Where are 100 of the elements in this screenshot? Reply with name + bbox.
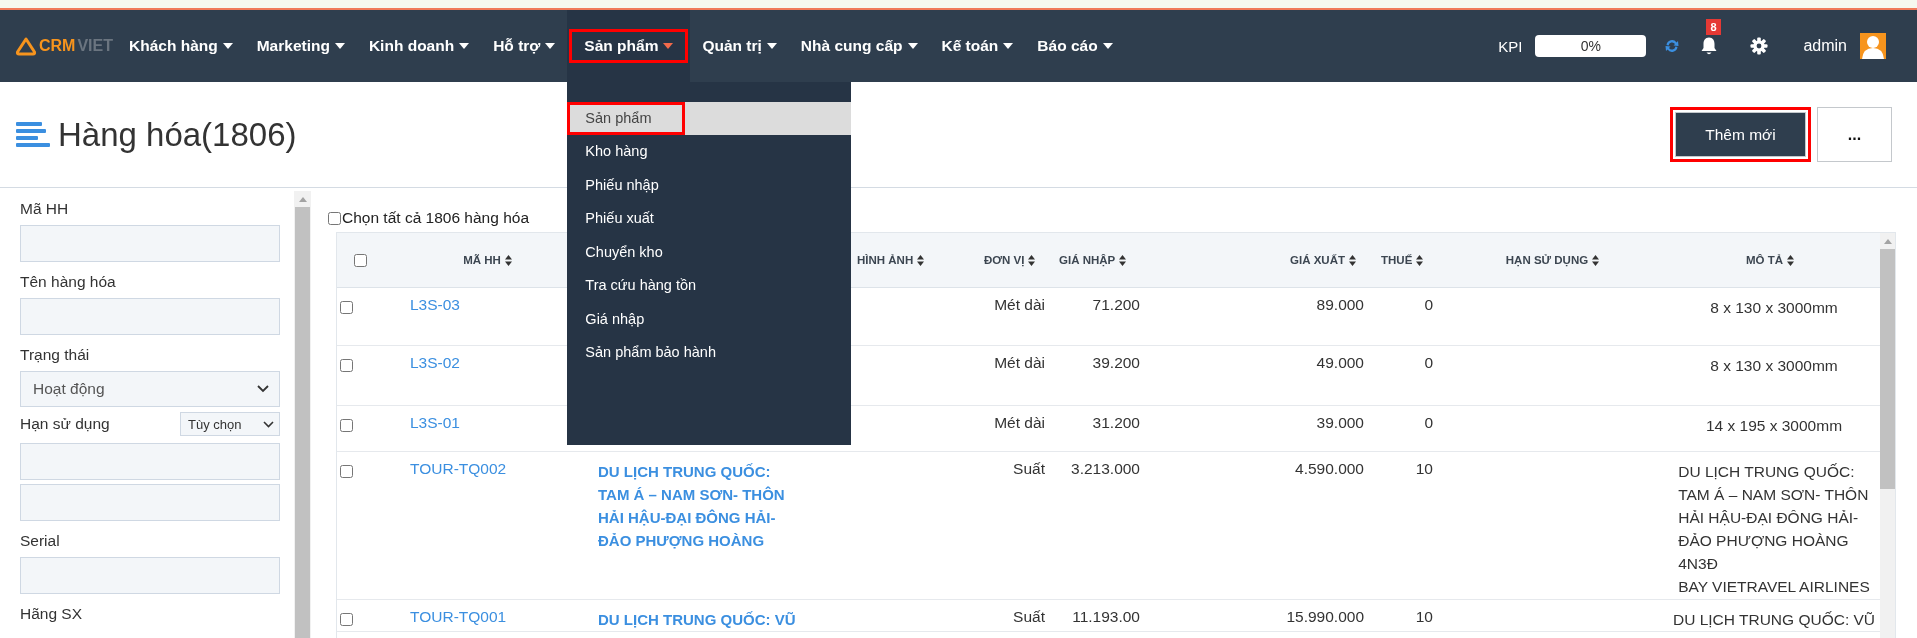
nav-menu-item[interactable]: Kế toán [929,28,1026,64]
dropdown-item[interactable]: Phiếu xuất [567,202,852,236]
select-all-label: Chọn tất cả 1806 hàng hóa [342,209,529,227]
table-cell: 39.200 [1092,354,1140,372]
list-icon [16,121,50,148]
checkbox[interactable] [340,465,353,478]
sort-icon [1416,254,1424,266]
checkbox[interactable] [340,359,353,372]
checkbox[interactable] [340,419,353,432]
nav-menu-item[interactable]: Khách hàng [117,28,245,64]
table-cell-text: 8 x 130 x 3000mm [1710,356,1838,376]
brand-text: CRM [39,37,76,55]
nav-menu-item[interactable]: Hỗ trợ [481,28,568,64]
caret-icon [1003,43,1014,49]
kpi-reading: 0% [1580,38,1602,54]
table-cell-text: 8 x 130 x 3000mm [1710,298,1838,318]
caret-icon [1102,43,1113,49]
nav-menu-item[interactable]: Báo cáo [1025,28,1125,64]
scroll-bar[interactable] [294,191,311,638]
sort-icon [504,254,512,266]
table-cell: 4.590.000 [1295,460,1364,478]
input-field[interactable] [20,557,280,594]
nav-menu-item[interactable]: Nhà cung cấp [788,28,930,64]
caret-icon [766,43,777,49]
table-cell: Mét dài [994,354,1045,372]
table-cell: Suất [1013,460,1045,478]
dropdown-item[interactable]: Phiếu nhập [567,168,852,202]
dropdown-item[interactable]: Sản phẩm [567,102,852,135]
kpi-label: KPI [1498,37,1523,55]
column-header[interactable]: HẠN SỬ DỤNG [1445,233,1660,288]
caret-icon [907,43,918,49]
brand-text: VIET [77,37,113,55]
filter-label: Serial [20,532,61,550]
add-new-button[interactable]: Thêm mới [1670,107,1811,162]
input-field[interactable] [20,225,280,262]
nav-menu-item[interactable]: Marketing [244,28,357,64]
caret-icon [459,43,470,49]
checkbox[interactable] [328,211,341,225]
filter-label: Mã HH [20,200,70,218]
column-header[interactable]: GIÁ XUẤT [1180,233,1370,288]
caret-icon [334,43,345,49]
avatar-icon[interactable] [1860,33,1886,59]
table-cell-text: DU LỊCH TRUNG QUỐC: VŨ [1672,610,1876,630]
scroll-bar[interactable] [1880,233,1895,638]
sort-icon [1028,254,1036,266]
checkbox[interactable] [354,253,367,267]
bell-icon[interactable] [1700,36,1719,56]
table-cell: 10 [1415,460,1433,478]
column-header[interactable]: MÔ TẢ [1660,233,1880,288]
more-button[interactable]: ... [1817,107,1892,162]
dropdown-item[interactable]: Giá nhập [567,302,852,336]
chevron-icon [263,420,274,428]
table-cell: 0 [1424,296,1433,314]
page-title: Hàng hóa(1806) [58,115,297,154]
table-cell-text: 14 x 195 x 3000mm [1705,416,1843,436]
column-header[interactable]: ĐƠN VỊ [975,233,1055,288]
table-cell: 3.213.000 [1071,460,1140,478]
table-cell: 10 [1415,608,1433,626]
table-cell: 71.200 [1092,296,1140,314]
table-cell: 31.200 [1092,414,1140,432]
sort-icon [917,254,925,266]
table-cell: 89.000 [1316,296,1364,314]
table-cell: 0 [1424,414,1433,432]
refresh-icon[interactable] [1664,38,1681,54]
table-cell: 0 [1424,354,1433,372]
sort-icon [1119,254,1127,266]
nav-menu-item[interactable]: Quản trị [690,28,789,64]
table-cell-text: DU LỊCH TRUNG QUỐC: TAM Á – NAM SƠN- THÔN HẢI HẬU-ĐẠI ĐÔNG HẢI- ĐẢO PHƯỢNG HOÀNG 4N3Đ BAY VIETRAVEL AIRLINES [1678,462,1870,597]
table-cell: 39.000 [1316,414,1364,432]
column-header[interactable]: THUẾ [1370,233,1445,288]
nav-menu-item[interactable]: Sản phẩm [569,29,689,63]
filter-label: Trạng thái [20,346,91,364]
dropdown-item[interactable]: Kho hàng [567,135,852,169]
table-cell: Mét dài [994,414,1045,432]
table-cell: 15.990.000 [1286,608,1364,626]
column-header[interactable]: GIÁ NHẬP [1055,233,1180,288]
filter-label: Hãng SX [20,605,84,623]
dropdown-item[interactable]: Sản phẩm bảo hành [567,336,852,370]
settings-icon[interactable] [1750,37,1769,55]
sort-icon [1787,254,1795,266]
chevron-icon [257,385,269,393]
table-cell: 11.193.00 [1072,608,1140,626]
nav-menu-item[interactable]: Kinh doanh [356,28,482,64]
table-cell: Suất [1013,608,1045,626]
checkbox[interactable] [340,613,353,626]
input-field[interactable] [20,298,280,335]
user-name[interactable]: admin [1803,37,1847,55]
filter-label: Hạn sử dụng [20,415,110,433]
table-cell: Mét dài [994,296,1045,314]
logo-icon [15,36,37,56]
caret-icon [545,43,556,49]
input-field[interactable] [20,443,280,480]
caret-icon [222,43,233,49]
status-select[interactable]: Hoạt động [20,371,280,407]
option-select[interactable]: Tùy chọn [180,412,280,436]
caret-icon [663,43,674,49]
table-cell: 49.000 [1316,354,1364,372]
input-field[interactable] [20,484,280,521]
sort-icon [1592,254,1600,266]
checkbox[interactable] [340,301,353,314]
